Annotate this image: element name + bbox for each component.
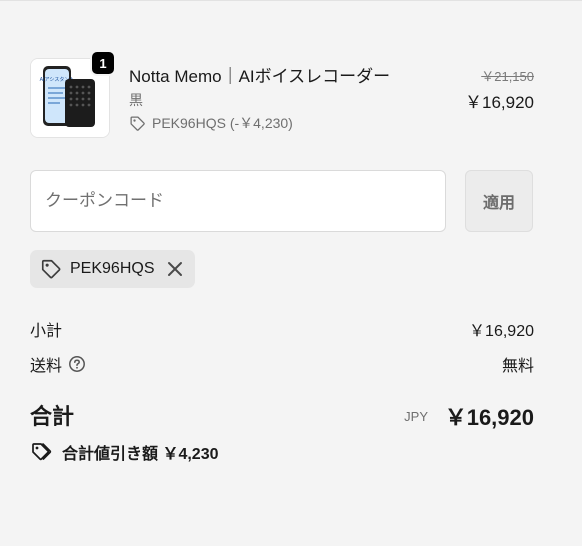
total-label: 合計 (30, 404, 75, 429)
shipping-label: 送料 (30, 358, 63, 375)
total-currency: JPY (404, 409, 428, 424)
shipping-value: 無料 (501, 358, 534, 375)
product-variant: 黒 (129, 92, 143, 108)
product-name: Notta Memo｜AIボイスレコーダー (129, 67, 391, 86)
subtotal-value: ￥16,920 (469, 323, 534, 340)
product-thumbnail: AIアシスタント 1 (30, 50, 116, 138)
tags-icon (32, 443, 52, 461)
coupon-code-input[interactable] (30, 170, 446, 232)
applied-coupon-code: PEK96HQS (70, 260, 155, 277)
applied-coupon-chip: PEK96HQS (30, 250, 195, 288)
help-icon[interactable] (68, 355, 86, 373)
close-icon[interactable] (166, 260, 184, 278)
tag-icon (41, 259, 61, 279)
subtotal-label: 小計 (30, 323, 63, 340)
shipping-row-label: 送料 (30, 352, 86, 376)
total-value: ￥16,920 (444, 405, 534, 430)
tag-icon (130, 115, 145, 131)
total-savings: 合計値引き額 ￥4,230 (30, 440, 219, 464)
price-final: ￥16,920 (465, 93, 534, 112)
top-divider (0, 0, 582, 1)
price-original: ￥21,150 (481, 69, 534, 84)
quantity-badge: 1 (90, 50, 116, 76)
product-discount-text: PEK96HQS (-￥4,230) (152, 115, 293, 131)
product-discount: PEK96HQS (-￥4,230) (129, 113, 293, 133)
apply-coupon-button[interactable]: 適用 (465, 170, 533, 232)
total-savings-text: 合計値引き額 ￥4,230 (62, 446, 219, 463)
